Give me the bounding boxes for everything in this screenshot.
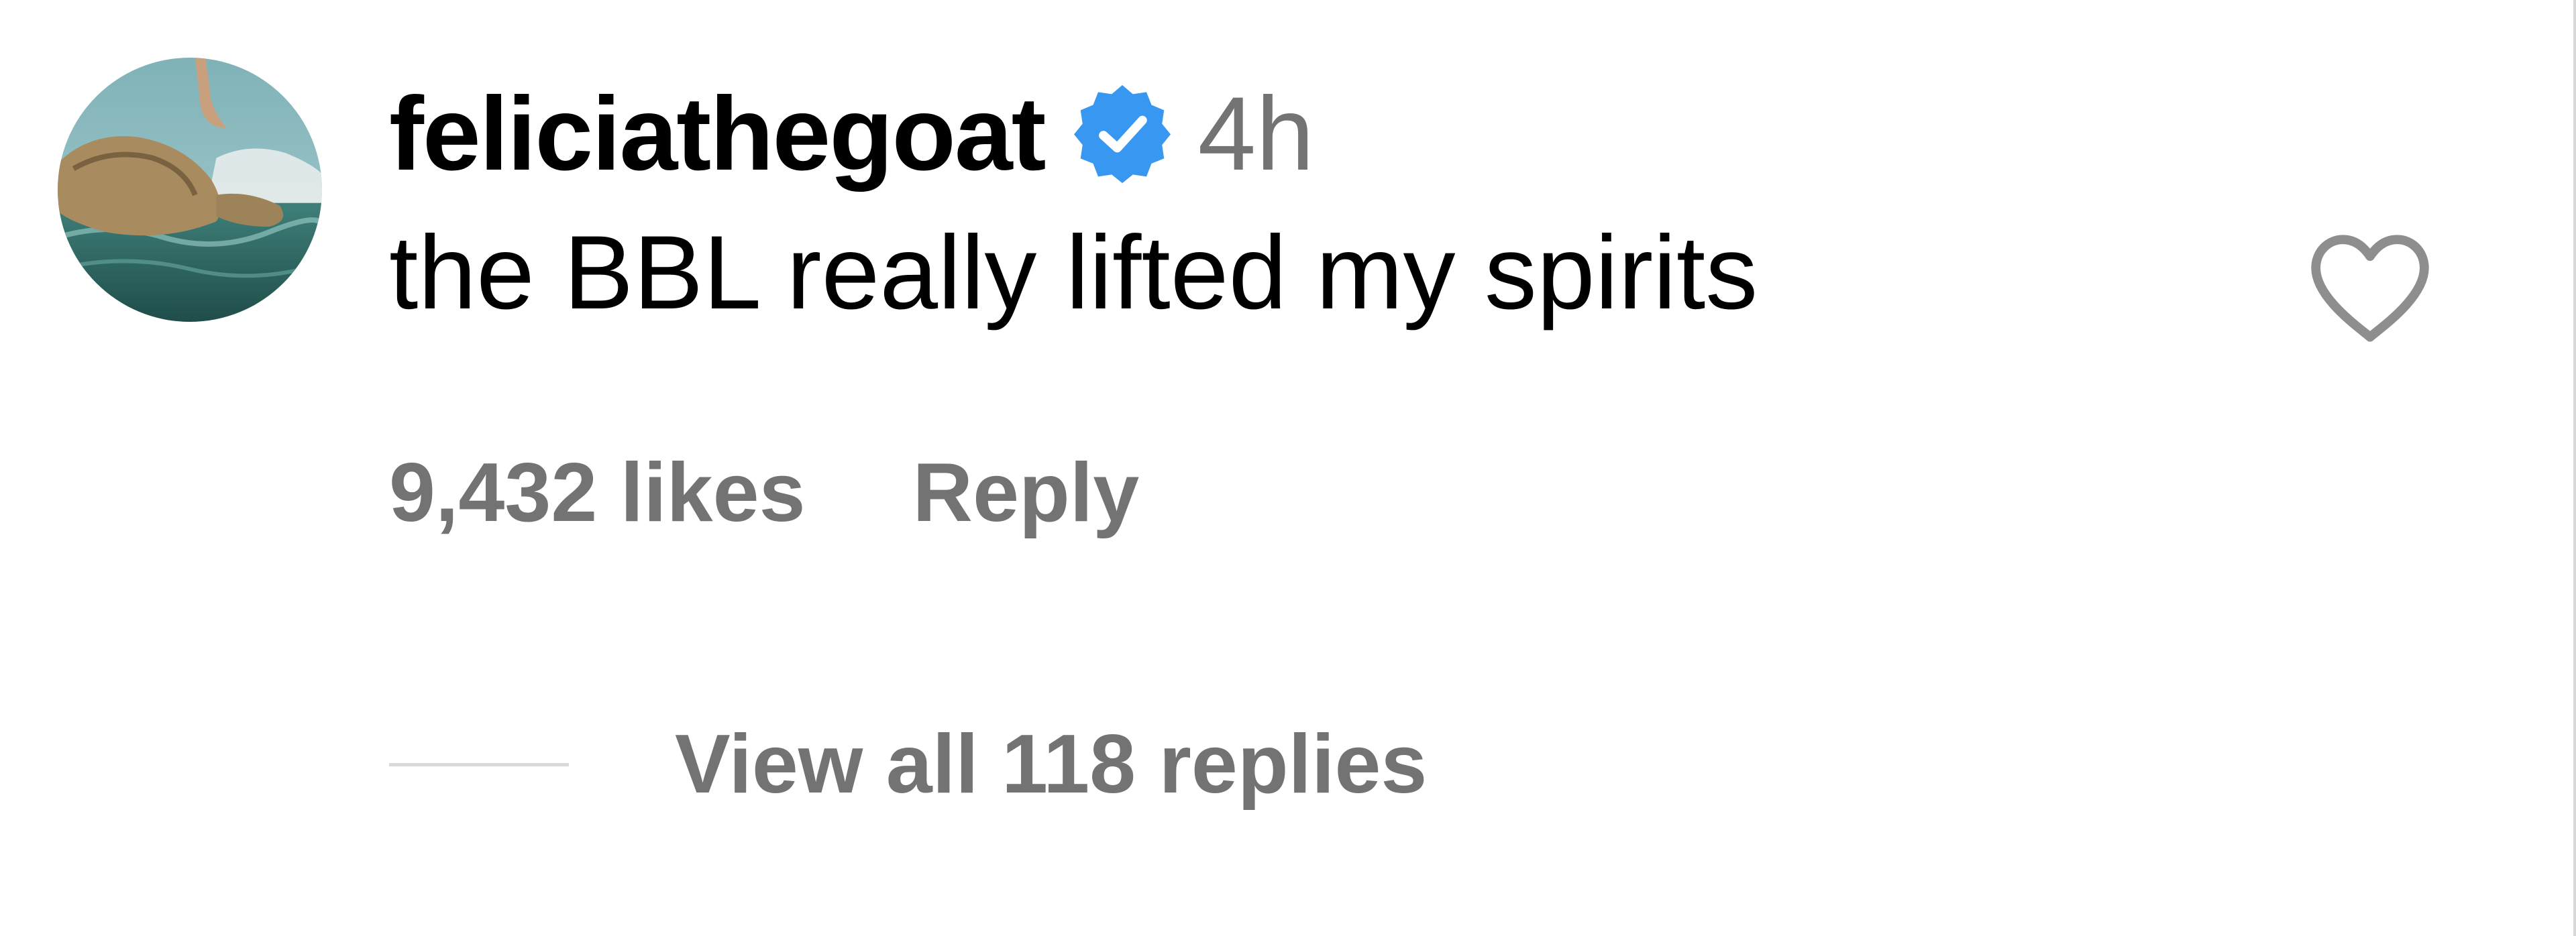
timestamp[interactable]: 4h	[1198, 82, 1315, 186]
view-replies-label: View all 118 replies	[675, 718, 1428, 811]
username[interactable]: feliciathegoat	[389, 82, 1046, 186]
reply-button[interactable]: Reply	[913, 451, 1140, 534]
profile-photo-icon	[58, 58, 322, 322]
scrollbar-track	[2573, 0, 2576, 936]
avatar[interactable]	[58, 58, 322, 322]
comment-actions: 9,432 likes Reply	[389, 443, 1139, 543]
comment-screen: feliciathegoat 4h the BBL really lifted …	[0, 0, 2576, 936]
comment-header: feliciathegoat 4h	[389, 67, 1314, 201]
replies-divider	[389, 762, 569, 766]
comment-text: the BBL really lifted my spirits	[389, 215, 1758, 331]
like-button[interactable]	[2305, 228, 2435, 349]
likes-count[interactable]: 9,432 likes	[389, 451, 806, 534]
heart-outline-icon	[2311, 235, 2429, 342]
view-replies-button[interactable]: View all 118 replies	[389, 717, 1427, 811]
verified-badge-icon	[1072, 84, 1173, 184]
